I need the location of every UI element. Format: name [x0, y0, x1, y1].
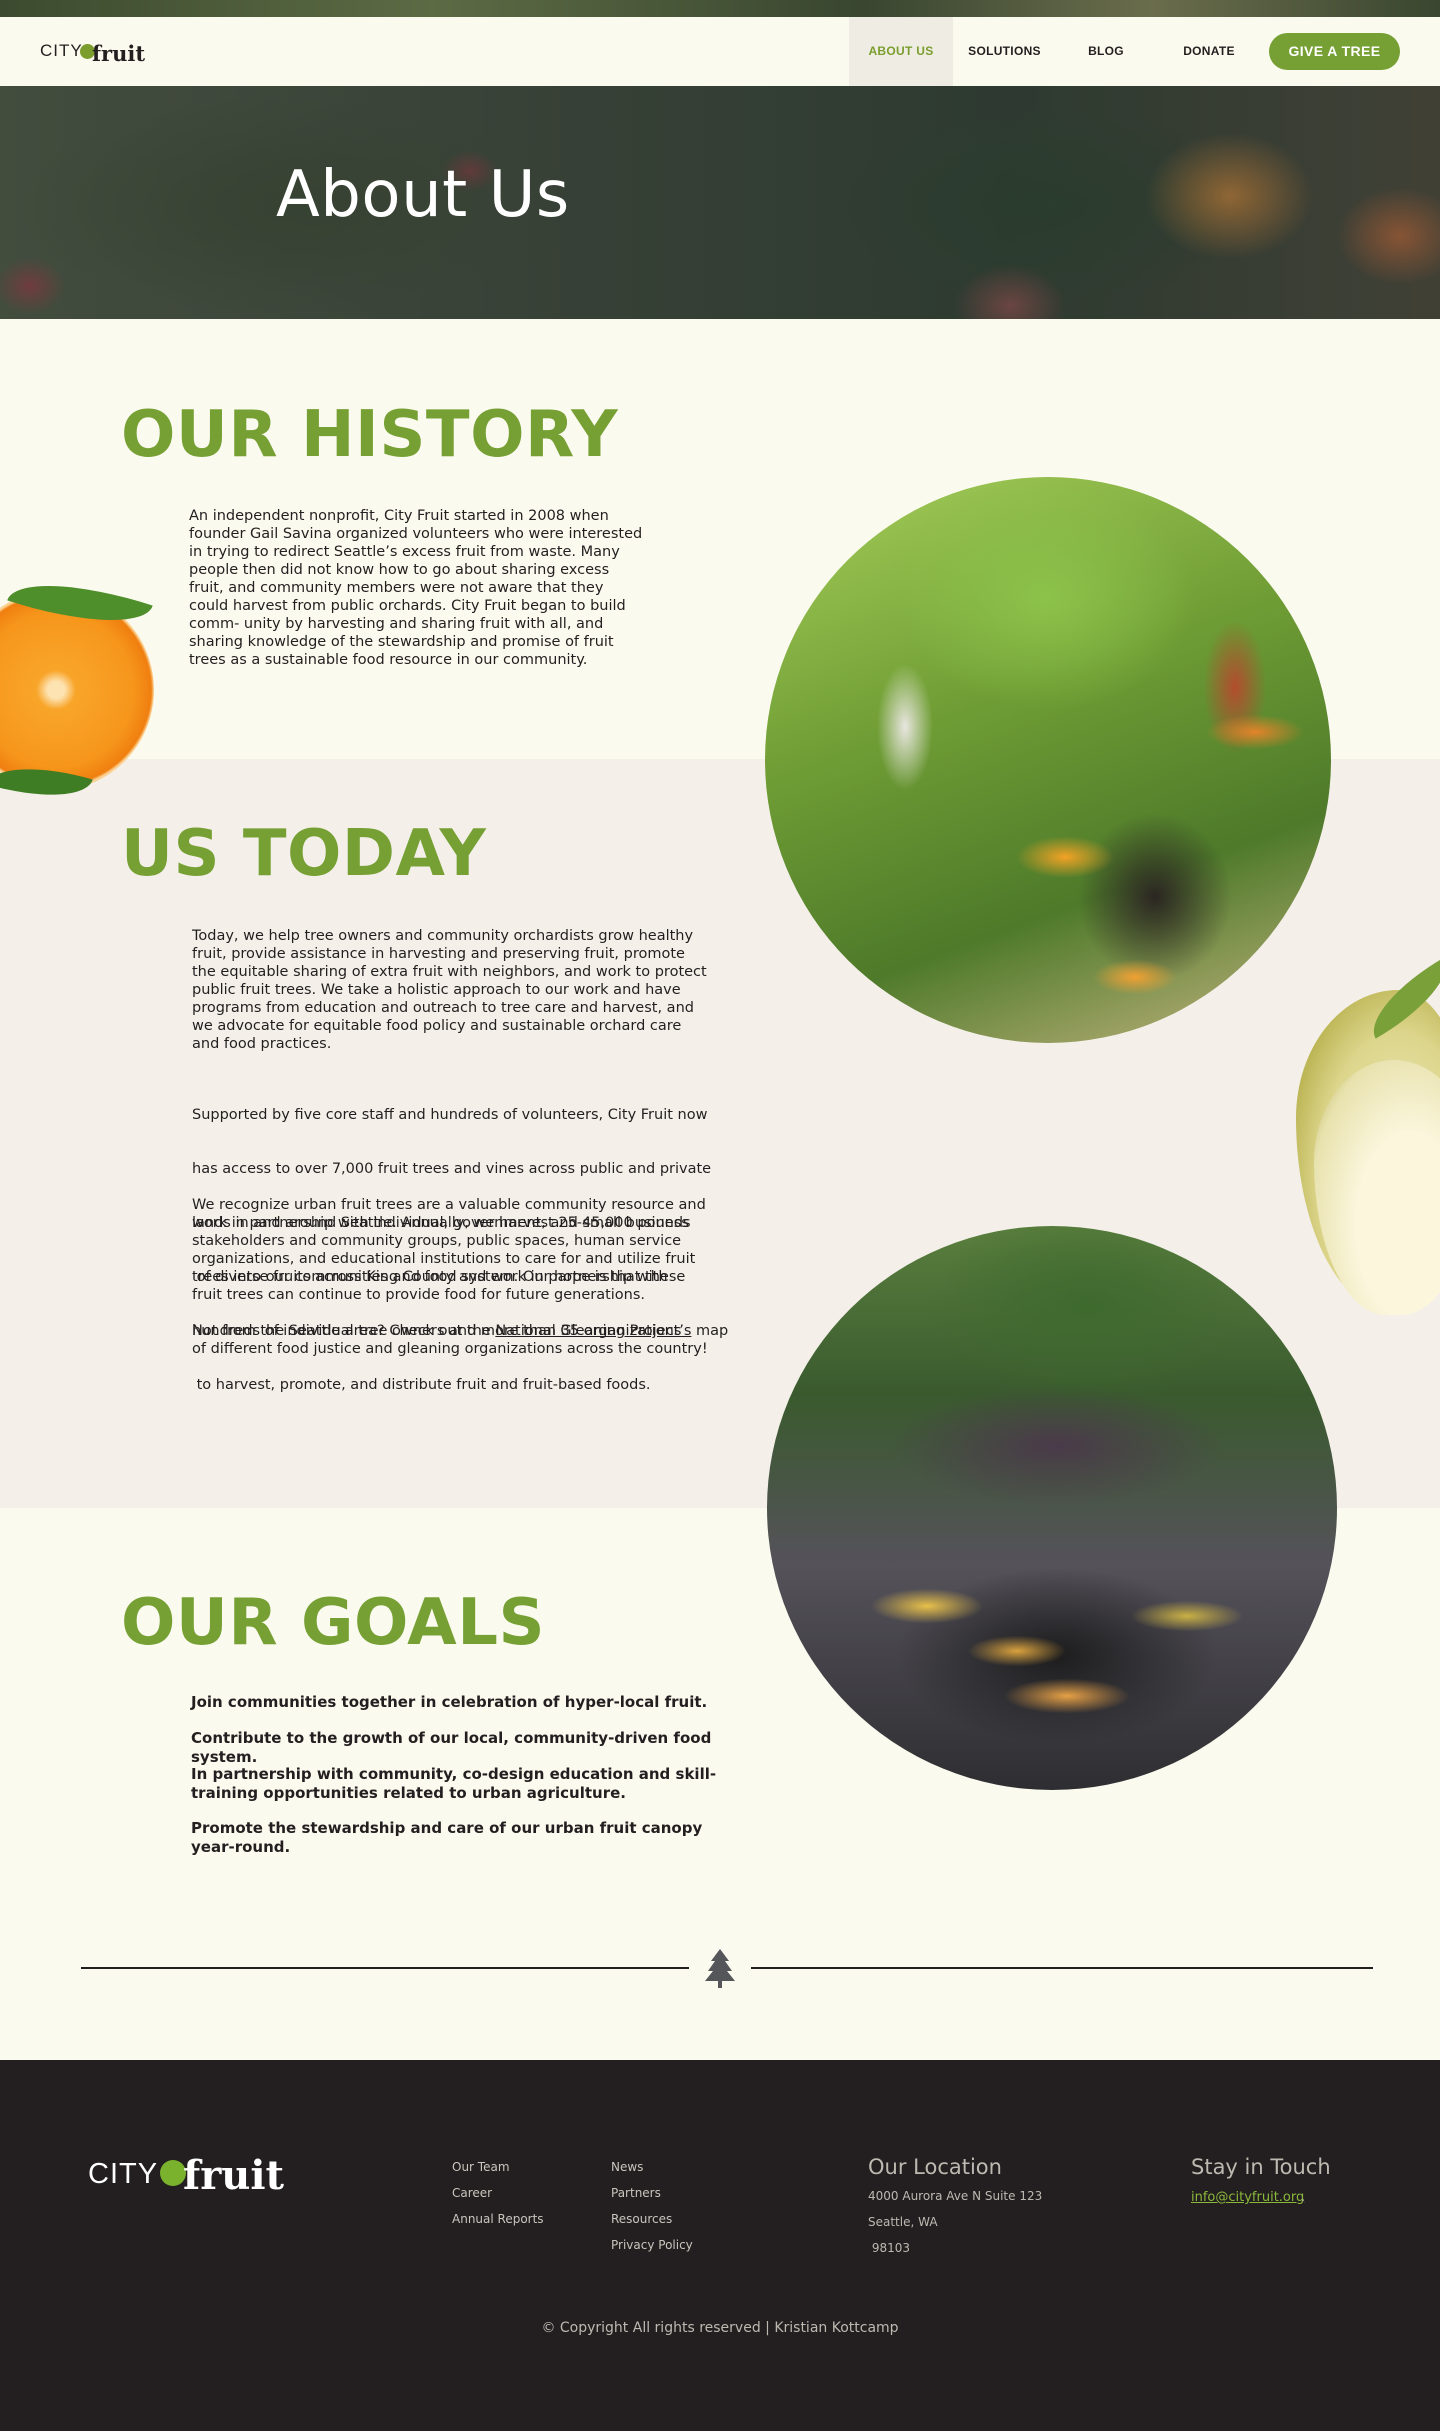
- logo-city-text: CITY: [40, 41, 83, 60]
- text-line: trees into our communities and food syst…: [192, 1269, 686, 1285]
- give-a-tree-button[interactable]: GIVE A TREE: [1269, 33, 1400, 70]
- section-divider: [81, 1967, 689, 1969]
- text-line: fruit, provide assistance in harvesting …: [192, 946, 685, 962]
- text-line: organizations, and educational instituti…: [192, 1251, 696, 1267]
- logo-fruit-text: fruit: [183, 2152, 285, 2199]
- nav-blog[interactable]: BLOG: [1056, 17, 1156, 86]
- footer-link-partners[interactable]: Partners: [611, 2186, 661, 2200]
- text-line: comm- unity by harvesting and sharing fr…: [189, 616, 604, 632]
- footer-link-annual-reports[interactable]: Annual Reports: [452, 2212, 544, 2226]
- volunteer-group-photo: [767, 1226, 1337, 1790]
- text-line: trees as a sustainable food resource in …: [189, 652, 588, 668]
- text-line: of different food justice and gleaning o…: [192, 1341, 708, 1357]
- today-paragraph-1: Today, we help tree owners and community…: [192, 927, 762, 1053]
- footer-logo[interactable]: CITY fruit: [88, 2152, 298, 2202]
- text-line: in trying to redirect Seattle’s excess f…: [189, 544, 620, 560]
- location-address: 4000 Aurora Ave N Suite 123: [868, 2189, 1043, 2203]
- text-span: map: [691, 1323, 729, 1339]
- text-line: Today, we help tree owners and community…: [192, 928, 694, 944]
- footer-link-privacy-policy[interactable]: Privacy Policy: [611, 2238, 693, 2252]
- goal-item: Join communities together in celebration…: [191, 1693, 761, 1712]
- hero-banner: About Us: [0, 86, 1440, 319]
- page-title: About Us: [276, 158, 570, 232]
- text-line: An independent nonprofit, City Fruit sta…: [189, 508, 609, 524]
- text-line: Promote the stewardship and care of our …: [191, 1819, 703, 1837]
- text-line: We recognize urban fruit trees are a val…: [192, 1197, 706, 1213]
- today-paragraph-3: We recognize urban fruit trees are a val…: [192, 1196, 762, 1304]
- nav-donate[interactable]: DONATE: [1156, 17, 1262, 86]
- text-span: Not from the Seattle area? Check out the: [192, 1323, 496, 1339]
- us-today-heading: US TODAY: [121, 817, 487, 891]
- text-line: public fruit trees. We take a holistic a…: [192, 982, 681, 998]
- text-line: fruit, and community members were not aw…: [189, 580, 604, 596]
- location-zip: 98103: [868, 2241, 910, 2255]
- text-line: people then did not know how to go about…: [189, 562, 610, 578]
- site-logo[interactable]: CITY fruit: [40, 39, 150, 69]
- tree-icon: [705, 1949, 735, 1988]
- history-paragraph: An independent nonprofit, City Fruit sta…: [189, 507, 709, 669]
- text-line: year-round.: [191, 1838, 291, 1856]
- footer-link-career[interactable]: Career: [452, 2186, 492, 2200]
- text-line: In partnership with community, co-design…: [191, 1765, 717, 1783]
- text-line: sharing knowledge of the stewardship and…: [189, 634, 614, 650]
- text-line: founder Gail Savina organized volunteers…: [189, 526, 643, 542]
- goal-item: In partnership with community, co-design…: [191, 1765, 761, 1803]
- goal-item: Contribute to the growth of our local, c…: [191, 1729, 761, 1767]
- text-line: we advocate for equitable food policy an…: [192, 1018, 682, 1034]
- footer-link-our-team[interactable]: Our Team: [452, 2160, 510, 2174]
- section-divider: [751, 1967, 1373, 1969]
- text-line: programs from education and outreach to …: [192, 1000, 694, 1016]
- nav-solutions[interactable]: SOLUTIONS: [953, 17, 1056, 86]
- site-header: CITY fruit ABOUT US SOLUTIONS BLOG DONAT…: [0, 17, 1440, 86]
- text-line: Join communities together in celebration…: [191, 1693, 708, 1711]
- text-line: training opportunities related to urban …: [191, 1784, 626, 1802]
- text-line: stakeholders and community groups, publi…: [192, 1233, 682, 1249]
- text-line: could harvest from public orchards. City…: [189, 598, 626, 614]
- text-line: Not from the Seattle area? Check out the…: [192, 1322, 762, 1340]
- text-line: work in partnership with individual, gov…: [192, 1215, 689, 1231]
- national-gleaning-project-link[interactable]: National Gleaning Project’s: [495, 1323, 691, 1339]
- goals-heading: OUR GOALS: [121, 1586, 546, 1660]
- text-line: and food practices.: [192, 1036, 332, 1052]
- history-heading: OUR HISTORY: [121, 398, 619, 472]
- logo-city-text: CITY: [88, 2158, 159, 2190]
- hero-top-strip: [0, 0, 1440, 17]
- location-heading: Our Location: [868, 2155, 1002, 2179]
- goal-item: Promote the stewardship and care of our …: [191, 1819, 761, 1857]
- contact-heading: Stay in Touch: [1191, 2155, 1331, 2179]
- email-suffix: .: [1301, 2190, 1306, 2205]
- text-line: Contribute to the growth of our local, c…: [191, 1729, 712, 1766]
- site-footer: CITY fruit Our Team Career Annual Report…: [0, 2060, 1440, 2431]
- today-paragraph-4: Not from the Seattle area? Check out the…: [192, 1322, 762, 1358]
- text-line: the equitable sharing of extra fruit wit…: [192, 964, 707, 980]
- text-line: Supported by five core staff and hundred…: [192, 1107, 708, 1123]
- contact-email-link[interactable]: info@cityfruit.org: [1191, 2190, 1304, 2205]
- text-line: fruit trees can continue to provide food…: [192, 1287, 646, 1303]
- harvest-volunteers-photo: [765, 477, 1331, 1043]
- text-line: to harvest, promote, and distribute frui…: [192, 1377, 651, 1393]
- copyright: © Copyright All rights reserved | Kristi…: [541, 2320, 899, 2336]
- footer-link-resources[interactable]: Resources: [611, 2212, 672, 2226]
- footer-link-news[interactable]: News: [611, 2160, 643, 2174]
- logo-fruit-text: fruit: [92, 41, 146, 66]
- location-city: Seattle, WA: [868, 2215, 938, 2229]
- nav-about-us[interactable]: ABOUT US: [849, 17, 953, 86]
- text-line: has access to over 7,000 fruit trees and…: [192, 1161, 712, 1177]
